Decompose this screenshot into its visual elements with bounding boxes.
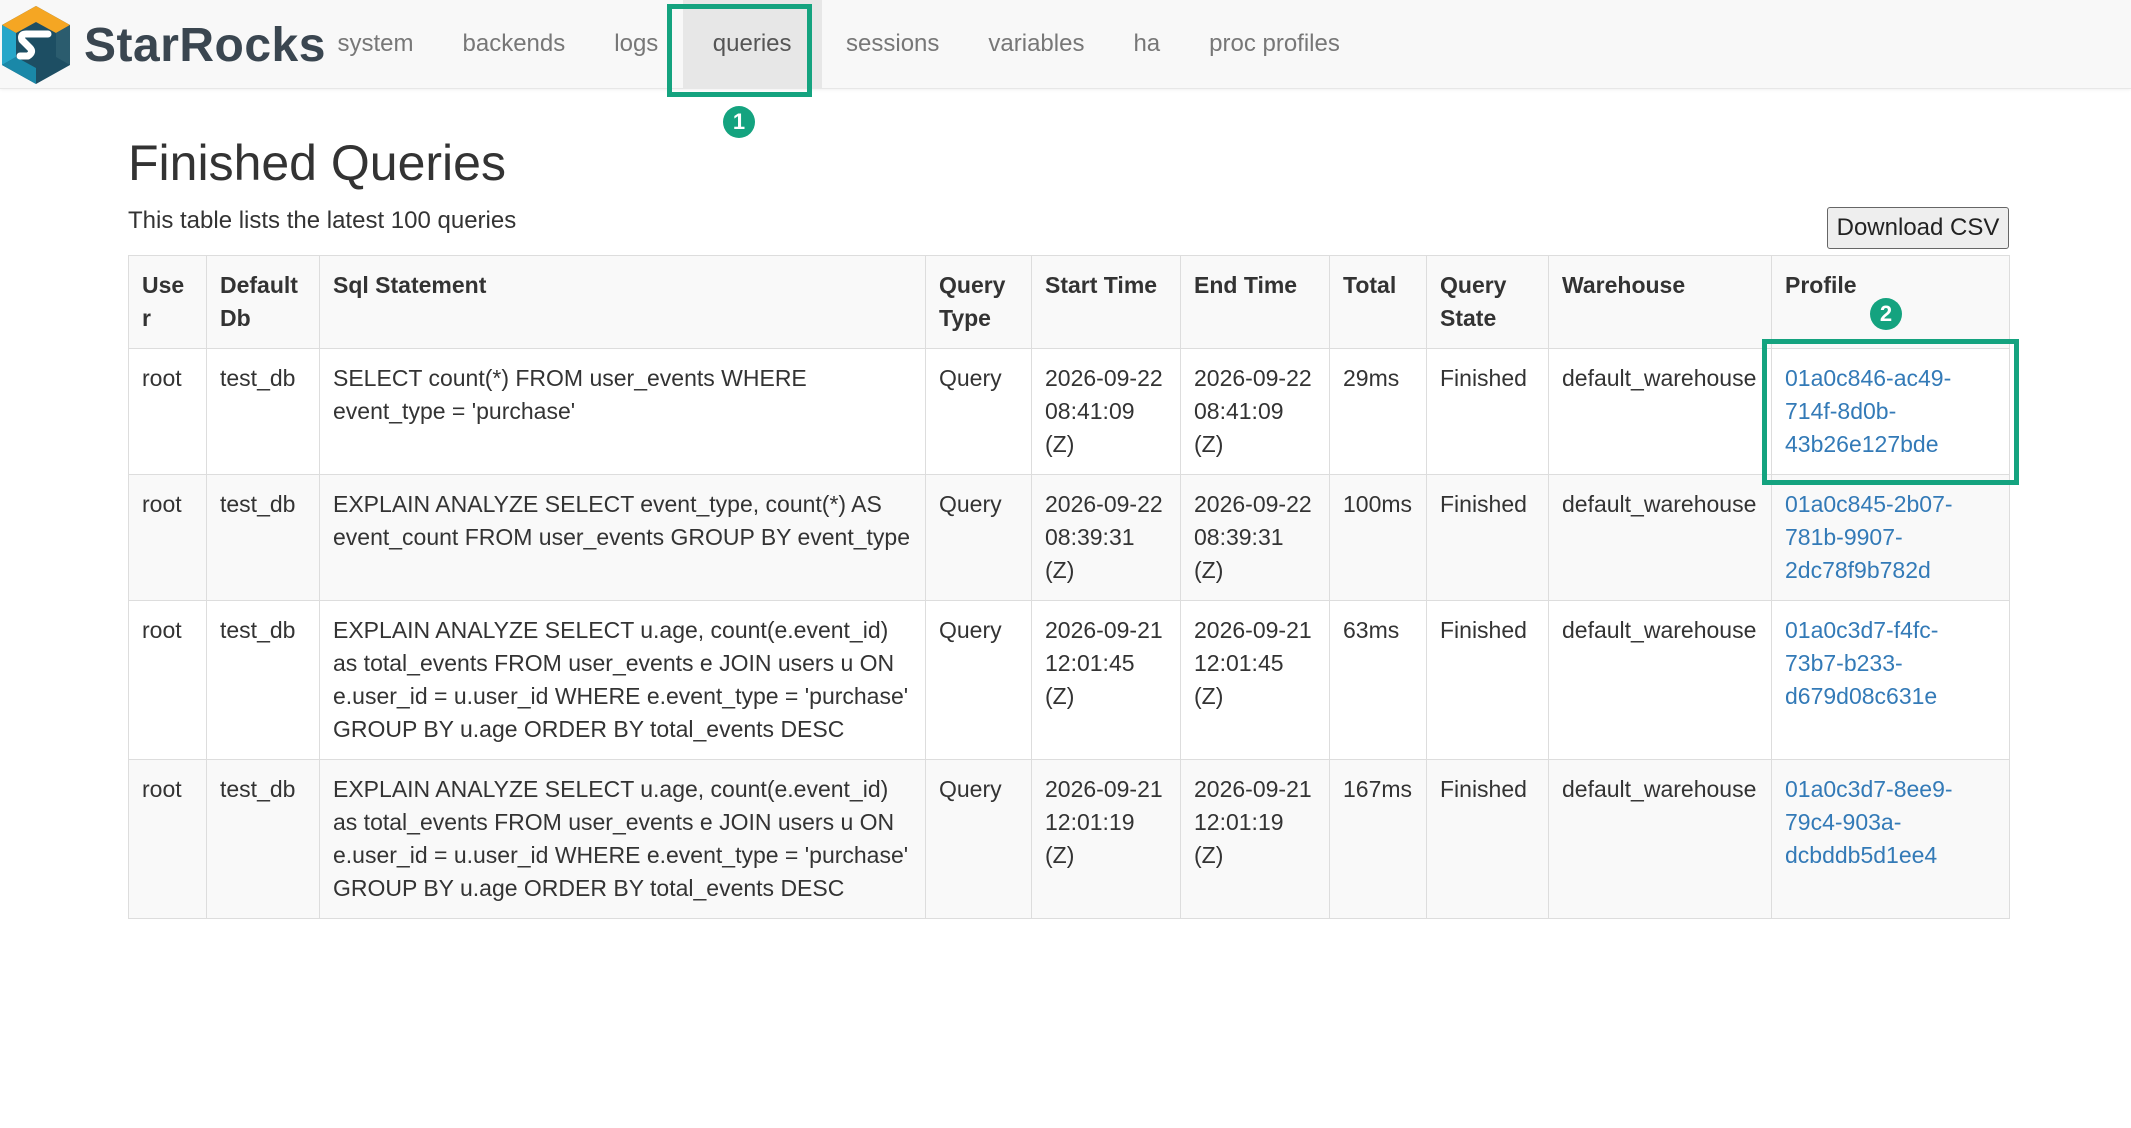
cell-query-type: Query xyxy=(925,348,1032,475)
cell-user: root xyxy=(128,600,207,760)
column-header-total: Total xyxy=(1329,255,1427,349)
cell-sql-statement: EXPLAIN ANALYZE SELECT u.age, count(e.ev… xyxy=(319,600,926,760)
column-header-query-type: Query Type xyxy=(925,255,1032,349)
cell-query-state: Finished xyxy=(1426,600,1549,760)
cell-query-type: Query xyxy=(925,600,1032,760)
highlight-box-queries xyxy=(667,4,812,97)
cell-sql-statement: EXPLAIN ANALYZE SELECT event_type, count… xyxy=(319,474,926,601)
nav-item-proc-profiles[interactable]: proc profiles xyxy=(1185,0,1365,88)
profile-link[interactable]: 01a0c3d7-f4fc-73b7-b233-d679d08c631e xyxy=(1785,617,1938,709)
cell-user: root xyxy=(128,348,207,475)
cell-total: 100ms xyxy=(1329,474,1427,601)
highlight-box-profile xyxy=(1762,339,2019,485)
nav-item-variables[interactable]: variables xyxy=(964,0,1109,88)
column-header-default-db: Default Db xyxy=(206,255,320,349)
download-csv-button[interactable]: Download CSV xyxy=(1827,207,2009,249)
nav-item-sessions[interactable]: sessions xyxy=(822,0,964,88)
cell-profile: 01a0c3d7-f4fc-73b7-b233-d679d08c631e xyxy=(1771,600,2010,760)
cell-query-type: Query xyxy=(925,759,1032,919)
nav-item-backends[interactable]: backends xyxy=(438,0,590,88)
cell-total: 167ms xyxy=(1329,759,1427,919)
cell-query-type: Query xyxy=(925,474,1032,601)
cell-default-db: test_db xyxy=(206,348,320,475)
cell-query-state: Finished xyxy=(1426,474,1549,601)
cell-end-time: 2026-09-21 12:01:45 (Z) xyxy=(1180,600,1330,760)
cell-warehouse: default_warehouse xyxy=(1548,759,1772,919)
column-header-start-time: Start Time xyxy=(1031,255,1181,349)
table-row: root test_db EXPLAIN ANALYZE SELECT u.ag… xyxy=(128,600,2010,760)
cell-start-time: 2026-09-22 08:41:09 (Z) xyxy=(1031,348,1181,475)
cell-start-time: 2026-09-21 12:01:19 (Z) xyxy=(1031,759,1181,919)
page-subtitle: This table lists the latest 100 queries xyxy=(128,207,517,234)
cell-default-db: test_db xyxy=(206,600,320,760)
table-row: root test_db EXPLAIN ANALYZE SELECT u.ag… xyxy=(128,759,2010,919)
cell-sql-statement: SELECT count(*) FROM user_events WHERE e… xyxy=(319,348,926,475)
column-header-warehouse: Warehouse xyxy=(1548,255,1772,349)
cell-user: root xyxy=(128,474,207,601)
cell-total: 63ms xyxy=(1329,600,1427,760)
main-nav: system backends logs queries sessions va… xyxy=(313,0,1364,88)
cell-default-db: test_db xyxy=(206,474,320,601)
column-header-user: User xyxy=(128,255,207,349)
nav-item-ha[interactable]: ha xyxy=(1109,0,1185,88)
cell-warehouse: default_warehouse xyxy=(1548,474,1772,601)
top-navbar: StarRocks system backends logs queries s… xyxy=(0,0,2131,89)
cell-user: root xyxy=(128,759,207,919)
annotation-marker-2: 2 xyxy=(1870,298,1902,330)
nav-item-system[interactable]: system xyxy=(313,0,438,88)
cell-warehouse: default_warehouse xyxy=(1548,600,1772,760)
cell-end-time: 2026-09-22 08:41:09 (Z) xyxy=(1180,348,1330,475)
cell-start-time: 2026-09-22 08:39:31 (Z) xyxy=(1031,474,1181,601)
cell-sql-statement: EXPLAIN ANALYZE SELECT u.age, count(e.ev… xyxy=(319,759,926,919)
cell-query-state: Finished xyxy=(1426,348,1549,475)
cell-end-time: 2026-09-21 12:01:19 (Z) xyxy=(1180,759,1330,919)
cell-query-state: Finished xyxy=(1426,759,1549,919)
table-row: root test_db SELECT count(*) FROM user_e… xyxy=(128,348,2010,475)
cell-start-time: 2026-09-21 12:01:45 (Z) xyxy=(1031,600,1181,760)
brand-name: StarRocks xyxy=(84,18,326,72)
cell-total: 29ms xyxy=(1329,348,1427,475)
column-header-query-state: Query State xyxy=(1426,255,1549,349)
cell-warehouse: default_warehouse xyxy=(1548,348,1772,475)
column-header-sql-statement: Sql Statement xyxy=(319,255,926,349)
profile-link[interactable]: 01a0c3d7-8ee9-79c4-903a-dcbddb5d1ee4 xyxy=(1785,776,1953,868)
cell-profile: 01a0c845-2b07-781b-9907-2dc78f9b782d xyxy=(1771,474,2010,601)
queries-table: User Default Db Sql Statement Query Type… xyxy=(128,255,2010,919)
column-header-end-time: End Time xyxy=(1180,255,1330,349)
starrocks-logo-icon xyxy=(2,6,70,84)
profile-link[interactable]: 01a0c845-2b07-781b-9907-2dc78f9b782d xyxy=(1785,491,1953,583)
table-row: root test_db EXPLAIN ANALYZE SELECT even… xyxy=(128,474,2010,601)
table-header-row: User Default Db Sql Statement Query Type… xyxy=(128,255,2010,349)
annotation-marker-1: 1 xyxy=(723,106,755,138)
cell-end-time: 2026-09-22 08:39:31 (Z) xyxy=(1180,474,1330,601)
brand[interactable]: StarRocks xyxy=(0,4,326,86)
page-title: Finished Queries xyxy=(128,135,506,191)
cell-profile: 01a0c3d7-8ee9-79c4-903a-dcbddb5d1ee4 xyxy=(1771,759,2010,919)
cell-default-db: test_db xyxy=(206,759,320,919)
